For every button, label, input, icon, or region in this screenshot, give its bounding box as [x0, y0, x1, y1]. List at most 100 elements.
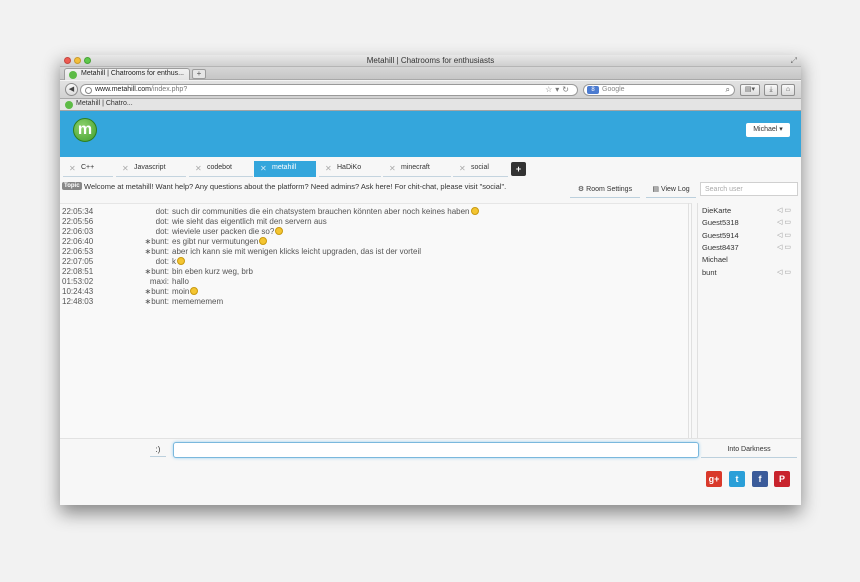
- browser-tab-title: Metahill | Chatrooms for enthus...: [81, 70, 184, 77]
- message-text: memememem: [172, 297, 224, 306]
- tab-minecraft[interactable]: ✕ minecraft: [383, 161, 451, 177]
- smiley-icon: [177, 257, 185, 265]
- message-nick[interactable]: ∗bunt:: [145, 247, 170, 256]
- message-text: moin: [172, 287, 190, 296]
- private-message-icon[interactable]: ▭: [784, 207, 793, 214]
- user-list-item[interactable]: DieKarte ◁▭: [702, 206, 797, 217]
- page: m Michael ▾ ✕ C++ ✕ Javascript ✕ codebot ✕ m…: [60, 111, 801, 505]
- view-log-button[interactable]: ▤ View Log: [646, 183, 696, 198]
- close-tab-icon[interactable]: ✕: [325, 164, 332, 173]
- tab-metahill[interactable]: ✕ metahill: [254, 161, 316, 177]
- chat-message: 01:53:02 maxi: hallo: [62, 277, 682, 287]
- private-message-icon[interactable]: ▭: [784, 232, 793, 239]
- tab-codebot[interactable]: ✕ codebot: [189, 161, 253, 177]
- divider: [60, 438, 801, 439]
- message-nick[interactable]: dot:: [156, 217, 169, 226]
- user-name: Guest5914: [702, 230, 739, 240]
- chat-message: 22:07:05 dot: k: [62, 257, 682, 267]
- tab-cpp[interactable]: ✕ C++: [63, 161, 113, 177]
- tab-social[interactable]: ✕ social: [453, 161, 508, 177]
- user-name: bunt: [702, 267, 717, 277]
- topic-row: Topic Welcome at metahill! Want help? An…: [60, 179, 801, 203]
- tab-hadiko[interactable]: ✕ HaDiKo: [319, 161, 381, 177]
- chat-message: 22:08:51 ∗bunt: bin eben kurz weg, brb: [62, 267, 682, 277]
- browser-toolbar: ◀ www.metahill.com/index.php? ☆▾↻ 8 Goog…: [60, 81, 801, 99]
- metahill-logo[interactable]: m: [73, 118, 97, 142]
- tab-label: metahill: [272, 164, 297, 171]
- message-nick[interactable]: dot:: [156, 207, 169, 216]
- user-list-item[interactable]: Guest8437 ◁▭: [702, 243, 797, 254]
- smiley-button[interactable]: :): [150, 443, 166, 457]
- close-tab-icon[interactable]: ✕: [122, 164, 129, 173]
- browser-window: Metahill | Chatrooms for enthusiasts ⤢ M…: [60, 55, 801, 505]
- favicon-icon: [69, 71, 77, 79]
- browser-tab[interactable]: Metahill | Chatrooms for enthus...: [64, 68, 190, 80]
- tab-label: minecraft: [401, 164, 430, 171]
- search-user-input[interactable]: Search user: [700, 182, 798, 196]
- message-nick[interactable]: ∗bunt:: [145, 287, 170, 296]
- room-settings-button[interactable]: ⚙ Room Settings: [570, 183, 640, 198]
- close-tab-icon[interactable]: ✕: [195, 164, 202, 173]
- browser-tab-strip: Metahill | Chatrooms for enthus... +: [60, 67, 801, 80]
- chat-scrollbar[interactable]: [688, 203, 693, 438]
- window-menu-icon[interactable]: ▤▾: [740, 84, 760, 96]
- download-icon[interactable]: ⤓: [764, 84, 778, 96]
- search-bar[interactable]: 8 Google ⌕: [583, 84, 735, 96]
- user-name: Guest8437: [702, 242, 739, 252]
- private-message-icon[interactable]: ▭: [784, 244, 793, 251]
- view-log-label: View Log: [660, 186, 690, 193]
- tab-label: HaDiKo: [337, 164, 362, 171]
- pinterest-icon[interactable]: P: [774, 471, 790, 487]
- message-text: k: [172, 257, 176, 266]
- google-plus-icon[interactable]: g+: [706, 471, 722, 487]
- message-nick[interactable]: maxi:: [150, 277, 169, 286]
- chat-message: 22:06:53 ∗bunt: aber ich kann sie mit weni…: [62, 247, 682, 257]
- message-nick[interactable]: dot:: [156, 257, 169, 266]
- message-input[interactable]: [173, 442, 699, 458]
- back-button[interactable]: ◀: [65, 83, 78, 96]
- user-menu-button[interactable]: Michael ▾: [746, 123, 790, 137]
- add-room-button[interactable]: +: [511, 162, 526, 176]
- topic-text: Welcome at metahill! Want help? Any ques…: [84, 182, 507, 191]
- url-path: /index.php?: [151, 86, 188, 93]
- close-tab-icon[interactable]: ✕: [459, 164, 466, 173]
- topic-badge: Topic: [62, 182, 82, 190]
- user-list-item[interactable]: bunt ◁▭: [702, 268, 797, 279]
- smiley-icon: [259, 237, 268, 245]
- message-text: wieviele user packen die so?: [172, 227, 275, 236]
- facebook-icon[interactable]: f: [752, 471, 768, 487]
- new-tab-button[interactable]: +: [192, 69, 206, 79]
- bookmark-item[interactable]: Metahill | Chatro...: [65, 100, 133, 109]
- chat-message: 22:06:03 dot: wieviele user packen die so?: [62, 227, 682, 237]
- message-text: such dir communities die ein chatsystem …: [172, 207, 470, 216]
- private-message-icon[interactable]: ▭: [784, 219, 793, 226]
- magnifier-icon[interactable]: ⌕: [726, 85, 730, 95]
- search-bar-placeholder: Google: [602, 86, 625, 93]
- user-list-item[interactable]: Michael: [702, 255, 797, 266]
- close-tab-icon[interactable]: ✕: [260, 164, 267, 173]
- tab-javascript[interactable]: ✕ Javascript: [116, 161, 186, 177]
- close-tab-icon[interactable]: ✕: [69, 164, 76, 173]
- message-nick[interactable]: ∗bunt:: [145, 237, 170, 246]
- into-darkness-button[interactable]: Into Darkness: [701, 443, 797, 458]
- bookmark-star-icon[interactable]: ☆: [545, 85, 555, 94]
- user-name: DieKarte: [702, 206, 732, 215]
- twitter-icon[interactable]: t: [729, 471, 745, 487]
- address-bar[interactable]: www.metahill.com/index.php? ☆▾↻: [80, 84, 578, 96]
- user-list-item[interactable]: Guest5318 ◁▭: [702, 218, 797, 229]
- reload-icon[interactable]: ↻: [562, 85, 572, 94]
- private-message-icon[interactable]: ▭: [784, 269, 793, 276]
- message-nick[interactable]: dot:: [156, 227, 169, 236]
- home-icon[interactable]: ⌂: [781, 84, 795, 96]
- user-list-item[interactable]: Guest5914 ◁▭: [702, 231, 797, 242]
- user-name: Guest5318: [702, 218, 739, 228]
- tab-label: social: [471, 164, 489, 171]
- user-list: DieKarte ◁▭ Guest5318 ◁▭ Guest5914 ◁▭ Guest843…: [697, 203, 798, 438]
- close-tab-icon[interactable]: ✕: [389, 164, 396, 173]
- message-text: es gibt nur vermutungen: [172, 237, 259, 246]
- room-tabs: ✕ C++ ✕ Javascript ✕ codebot ✕ metahill ✕ HaD…: [60, 159, 801, 177]
- message-nick[interactable]: ∗bunt:: [145, 297, 170, 306]
- fullscreen-icon[interactable]: ⤢: [791, 56, 797, 66]
- url-host: www.metahill.com: [95, 86, 152, 93]
- message-nick[interactable]: ∗bunt:: [145, 267, 170, 276]
